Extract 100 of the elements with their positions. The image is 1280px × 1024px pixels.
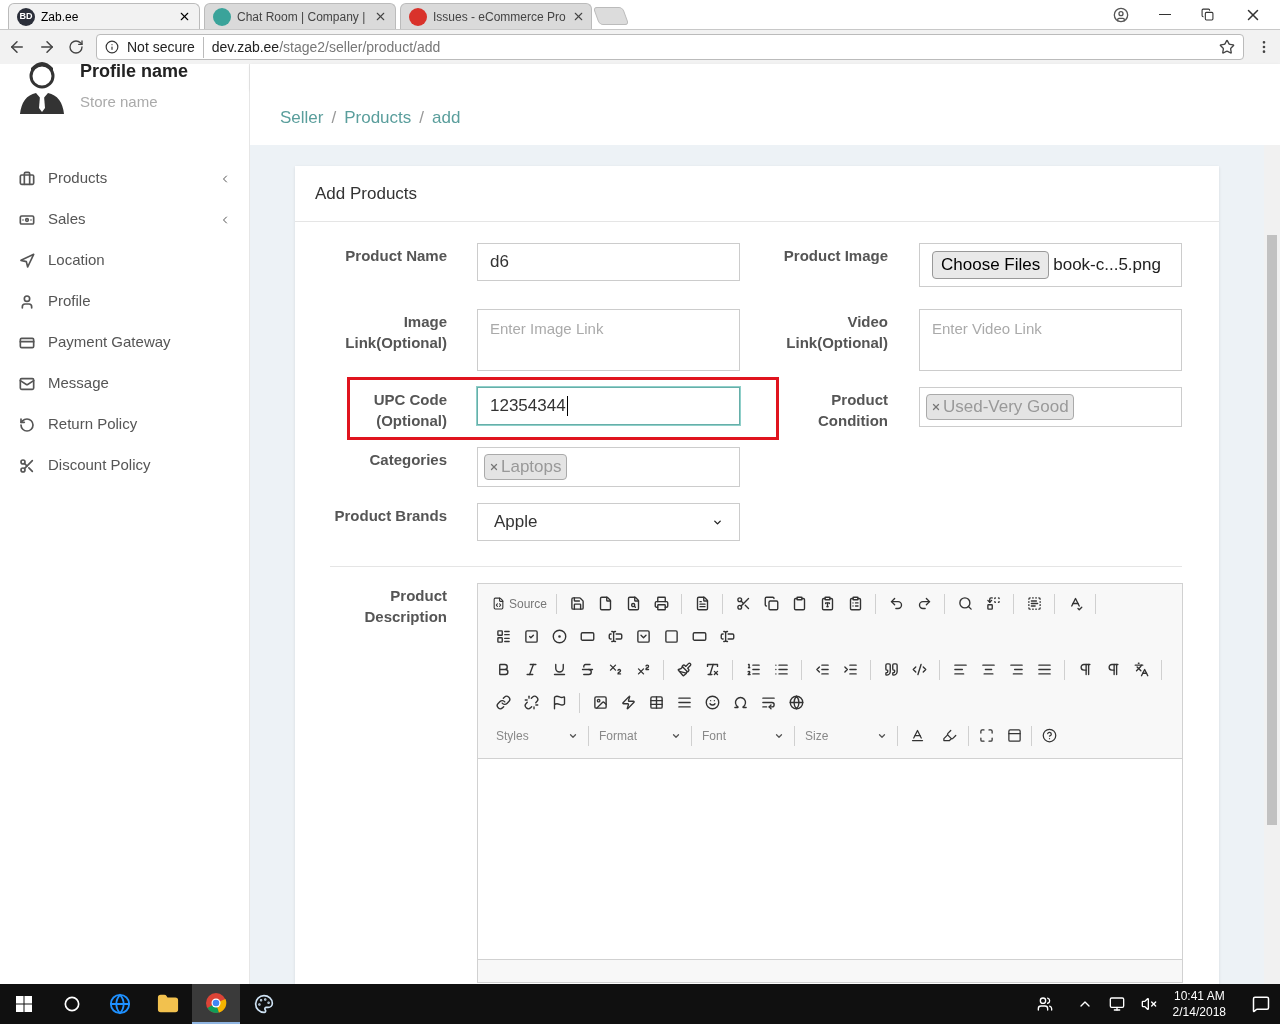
undo-icon xyxy=(888,596,904,611)
text-field[interactable]: 12354344 xyxy=(477,387,740,425)
maximize-icon xyxy=(978,728,994,743)
browser-logo-icon xyxy=(205,992,227,1014)
forward-icon xyxy=(38,38,56,56)
field-label: Video Link(Optional) xyxy=(785,312,888,353)
sidebar-item[interactable]: Sales xyxy=(0,199,249,240)
sidebar-item[interactable]: Message xyxy=(0,363,249,404)
clock-date: 2/14/2018 xyxy=(1172,1004,1226,1020)
network-icon xyxy=(1108,996,1125,1012)
envelope-icon xyxy=(19,375,35,392)
cut-icon xyxy=(735,596,751,611)
file-field[interactable]: Choose Files book-c...5.png xyxy=(919,243,1182,287)
sidebar-item[interactable]: Profile xyxy=(0,281,249,322)
navigation-arrow-icon xyxy=(19,252,35,269)
field-label: Product Condition xyxy=(817,390,888,431)
close-icon xyxy=(374,10,387,23)
breadcrumb-separator: / xyxy=(331,106,337,129)
source-button[interactable]: Source xyxy=(492,592,548,615)
align-left-icon xyxy=(952,662,968,677)
new-page-icon xyxy=(597,596,613,611)
remove-format-icon xyxy=(704,662,720,677)
palette-icon xyxy=(254,994,274,1014)
outdent-icon xyxy=(814,662,830,677)
select-field-icon xyxy=(635,629,651,644)
horizontal-line-icon xyxy=(676,695,692,710)
blocks-icon xyxy=(1006,728,1022,743)
quote-icon xyxy=(883,662,899,677)
address-bar[interactable]: Not secure dev.zab.ee/stage2/seller/product/add xyxy=(96,34,1244,60)
image-button-icon xyxy=(691,629,707,644)
windows-logo-icon xyxy=(16,996,32,1012)
sidebar-item[interactable]: Discount Policy xyxy=(0,445,249,486)
text-field[interactable]: d6 xyxy=(477,243,740,281)
browser-tab[interactable]: Issues - eCommerce Pro xyxy=(400,3,592,29)
copy-icon xyxy=(763,596,779,611)
superscript-icon xyxy=(635,662,651,677)
align-right-icon xyxy=(1008,662,1024,677)
select-field[interactable]: Apple xyxy=(477,503,740,541)
search-icon xyxy=(957,596,973,611)
source-code-icon xyxy=(492,597,505,610)
bulleted-list-icon xyxy=(773,662,789,677)
italic-icon xyxy=(523,662,539,677)
sidebar-item[interactable]: Products xyxy=(0,158,249,199)
close-icon xyxy=(178,10,191,23)
unlink-icon xyxy=(523,695,539,710)
page-break-icon xyxy=(760,695,776,710)
flash-icon xyxy=(620,695,636,710)
browser-button[interactable] xyxy=(192,984,240,1024)
minimize-icon xyxy=(1159,14,1171,15)
preview-icon xyxy=(625,596,641,611)
paste-icon xyxy=(791,596,807,611)
select-all-icon xyxy=(1026,596,1042,611)
strikethrough-icon xyxy=(579,662,595,677)
language-icon xyxy=(1133,662,1149,677)
highlighter-icon xyxy=(941,728,957,743)
sidebar-item[interactable]: Payment Gateway xyxy=(0,322,249,363)
print-icon xyxy=(653,596,669,611)
field-label: Product Brands xyxy=(334,506,447,526)
div-icon xyxy=(911,662,927,677)
field-label: Product Description xyxy=(363,586,447,627)
button-icon xyxy=(663,629,679,644)
scissors-icon xyxy=(19,457,35,474)
undo-arrow-icon xyxy=(19,416,35,433)
flag-icon xyxy=(551,695,567,710)
browser-tab[interactable]: BD Zab.ee xyxy=(8,3,200,29)
browser-tab[interactable]: Chat Room | Company | xyxy=(204,3,396,29)
favicon-icon: BD xyxy=(17,7,35,26)
tab-title: Issues - eCommerce Pro xyxy=(433,8,566,26)
omega-icon xyxy=(732,695,748,710)
template-icon xyxy=(694,596,710,611)
scrollbar[interactable] xyxy=(1264,145,1280,984)
bookmark-star-icon xyxy=(1219,39,1235,55)
briefcase-icon xyxy=(19,170,35,187)
replace-icon xyxy=(985,596,1001,611)
ltr-icon xyxy=(1077,662,1093,677)
justify-icon xyxy=(1036,662,1052,677)
textarea-icon xyxy=(607,629,623,644)
field-label: Image Link(Optional) xyxy=(344,312,447,353)
account-icon xyxy=(1113,6,1129,23)
choose-files-button[interactable]: Choose Files xyxy=(932,251,1050,279)
numbered-list-icon xyxy=(745,662,761,677)
url-text: dev.zab.ee/stage2/seller/product/add xyxy=(211,37,442,57)
rich-text-editor[interactable]: Source Styles Format Font Size xyxy=(477,583,1183,983)
restore-icon xyxy=(1201,8,1214,21)
tab-title: Zab.ee xyxy=(41,8,80,26)
back-icon xyxy=(8,38,26,56)
rtl-icon xyxy=(1105,662,1121,677)
dotted-circle-icon xyxy=(551,629,567,644)
person-icon xyxy=(19,293,35,310)
sidebar-item[interactable]: Location xyxy=(0,240,249,281)
redo-icon xyxy=(916,596,932,611)
remove-icon xyxy=(931,402,941,412)
tag: Laptops xyxy=(484,454,567,480)
format-dropdown[interactable]: Size xyxy=(801,724,891,747)
tag: Used-Very Good xyxy=(926,394,1074,420)
profile-name: Profile name xyxy=(80,60,189,83)
sidebar-item[interactable]: Return Policy xyxy=(0,404,249,445)
help-icon xyxy=(1041,728,1057,743)
people-icon xyxy=(1036,996,1053,1012)
card-title: Add Products xyxy=(315,182,418,205)
